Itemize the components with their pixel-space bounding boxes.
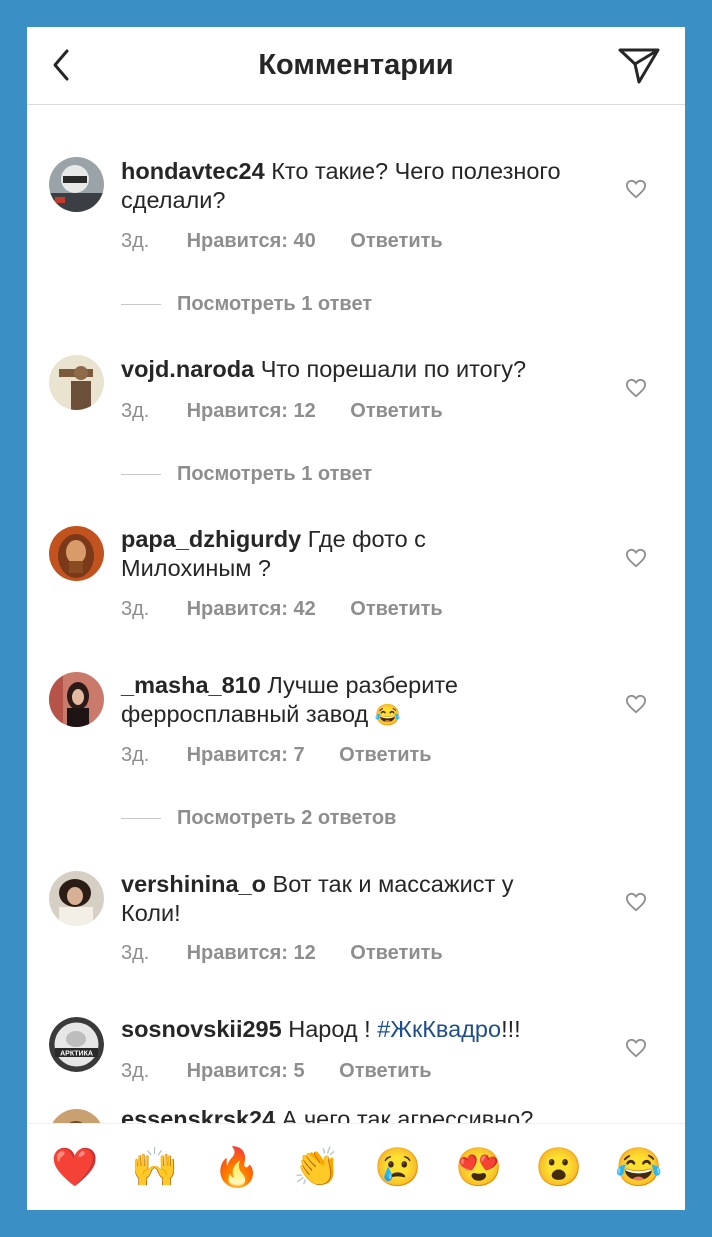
comment-meta: 3д. Нравится: 5 Ответить — [121, 1060, 432, 1083]
hashtag-link[interactable]: #ЖкКвадро — [377, 1016, 501, 1042]
avatar[interactable]: АРКТИКА — [49, 1017, 104, 1072]
view-replies-button[interactable]: Посмотреть 1 ответ — [121, 293, 521, 316]
view-replies-label: Посмотреть 1 ответ — [177, 293, 373, 315]
like-button[interactable] — [625, 378, 647, 398]
reply-button[interactable]: Ответить — [350, 598, 442, 621]
comment-body-suffix: !!! — [501, 1016, 521, 1042]
likes-count[interactable]: Нравится: 5 — [187, 1060, 305, 1083]
surprised-face-emoji-icon[interactable]: 😮 — [535, 1146, 582, 1190]
comment-meta: 3д. Нравится: 7 Ответить — [121, 744, 432, 767]
reply-button[interactable]: Ответить — [339, 1060, 431, 1083]
comment-text: essenskrsk24 А чего так агрессивно? — [121, 1105, 561, 1125]
like-button[interactable] — [625, 1038, 647, 1058]
heart-icon — [625, 548, 647, 568]
heart-icon — [625, 378, 647, 398]
divider — [121, 304, 161, 306]
comment-meta: 3д. Нравится: 40 Ответить — [121, 230, 443, 253]
share-button[interactable] — [617, 45, 661, 85]
raising-hands-emoji-icon[interactable]: 🙌 — [131, 1146, 178, 1190]
view-replies-label: Посмотреть 2 ответов — [177, 807, 397, 829]
timestamp: 3д. — [121, 942, 150, 964]
username-link[interactable]: sosnovskii295 — [121, 1016, 282, 1042]
avatar[interactable] — [49, 871, 104, 926]
reply-button[interactable]: Ответить — [350, 942, 442, 965]
crying-face-emoji-icon[interactable]: 😢 — [374, 1146, 421, 1190]
fire-emoji-icon[interactable]: 🔥 — [213, 1146, 260, 1190]
comment-text: vojd.naroda Что порешали по итогу? — [121, 355, 561, 384]
timestamp: 3д. — [121, 1060, 150, 1082]
avatar[interactable] — [49, 526, 104, 581]
username-link[interactable]: hondavtec24 — [121, 158, 265, 184]
timestamp: 3д. — [121, 744, 150, 766]
comment-body: Народ ! — [288, 1016, 371, 1042]
likes-count[interactable]: Нравится: 40 — [187, 230, 316, 253]
avatar[interactable] — [49, 355, 104, 410]
likes-count[interactable]: Нравится: 42 — [187, 598, 316, 621]
laughing-emoji-icon[interactable]: 😂 — [615, 1146, 662, 1190]
username-link[interactable]: vojd.naroda — [121, 356, 254, 382]
comment-text: _masha_810 Лучше разберите ферросплавный… — [121, 671, 561, 730]
red-heart-emoji-icon[interactable]: ❤️ — [51, 1146, 98, 1190]
avatar[interactable] — [49, 672, 104, 727]
comment-text: vershinina_o Вот так и массажист у Коли! — [121, 870, 561, 928]
quick-emoji-bar: ❤️ 🙌 🔥 👏 😢 😍 😮 😂 — [27, 1123, 685, 1210]
comment-text: papa_dzhigurdy Где фото с Милохиным ? — [121, 525, 561, 583]
like-button[interactable] — [625, 892, 647, 912]
comment-meta: 3д. Нравится: 12 Ответить — [121, 400, 443, 423]
divider — [121, 818, 161, 820]
heart-icon — [625, 694, 647, 714]
comments-list: hondavtec24 Кто такие? Чего полезного сд… — [27, 105, 685, 1125]
likes-count[interactable]: Нравится: 12 — [187, 942, 316, 965]
reply-button[interactable]: Ответить — [350, 230, 442, 253]
laughing-emoji-icon: 😂 — [374, 704, 401, 727]
comment-text: sosnovskii295 Народ ! #ЖкКвадро!!! — [121, 1015, 561, 1044]
timestamp: 3д. — [121, 230, 150, 252]
comment-text: hondavtec24 Кто такие? Чего полезного сд… — [121, 157, 561, 215]
view-replies-label: Посмотреть 1 ответ — [177, 463, 373, 485]
divider — [121, 474, 161, 476]
heart-icon — [625, 1038, 647, 1058]
send-icon — [618, 48, 660, 84]
clapping-hands-emoji-icon[interactable]: 👏 — [293, 1146, 340, 1190]
header: Комментарии — [27, 27, 685, 105]
avatar[interactable] — [49, 157, 104, 212]
view-replies-button[interactable]: Посмотреть 2 ответов — [121, 807, 521, 830]
comments-screen: Комментарии hondavtec24 Кто такие? Чего — [27, 27, 685, 1210]
like-button[interactable] — [625, 548, 647, 568]
heart-icon — [625, 179, 647, 199]
view-replies-button[interactable]: Посмотреть 1 ответ — [121, 463, 521, 486]
username-link[interactable]: papa_dzhigurdy — [121, 526, 301, 552]
avatar-label: АРКТИКА — [60, 1051, 93, 1058]
page-title: Комментарии — [258, 49, 454, 81]
heart-eyes-emoji-icon[interactable]: 😍 — [455, 1146, 502, 1190]
reply-button[interactable]: Ответить — [350, 400, 442, 423]
username-link[interactable]: _masha_810 — [121, 672, 261, 698]
username-link[interactable]: vershinina_o — [121, 871, 266, 897]
timestamp: 3д. — [121, 598, 150, 620]
timestamp: 3д. — [121, 400, 150, 422]
comment-body: Что порешали по итогу? — [260, 356, 527, 382]
comment-meta: 3д. Нравится: 12 Ответить — [121, 942, 443, 965]
like-button[interactable] — [625, 179, 647, 199]
like-button[interactable] — [625, 694, 647, 714]
likes-count[interactable]: Нравится: 12 — [187, 400, 316, 423]
comment-meta: 3д. Нравится: 42 Ответить — [121, 598, 443, 621]
reply-button[interactable]: Ответить — [339, 744, 431, 767]
heart-icon — [625, 892, 647, 912]
likes-count[interactable]: Нравится: 7 — [187, 744, 305, 767]
